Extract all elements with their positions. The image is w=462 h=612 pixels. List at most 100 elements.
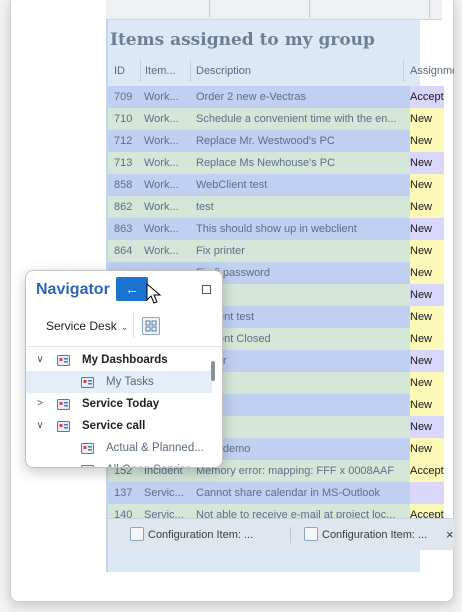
cell-desc: Cannot share calendar in MS-Outlook [196, 487, 381, 499]
cell-id: 863 [114, 223, 133, 235]
table-row[interactable]: 863 Work... This should show up in webclie… [108, 218, 444, 240]
tree-item-label: All Open Service... [106, 459, 201, 467]
tree-item-label: Service Today [82, 398, 160, 410]
cell-assign: Accept [410, 465, 444, 477]
cell-item: Work... [144, 245, 179, 257]
tree-item[interactable]: ∨ My Dashboards [26, 349, 212, 371]
cell-item: Work... [144, 201, 179, 213]
cell-desc: Memory error: mapping: FFF x 0008AAF [196, 465, 395, 477]
cell-desc: ...s a demo [196, 443, 251, 455]
cell-assign: New [410, 289, 433, 301]
cell-assign: New [410, 267, 433, 279]
cell-desc: ...2 [196, 394, 402, 416]
cell-assign: New [410, 355, 433, 367]
configuration-item-icon [130, 527, 144, 541]
cell-id: 858 [114, 179, 133, 191]
cell-id: 864 [114, 245, 133, 257]
cell-id: 712 [114, 135, 133, 147]
navigator-panel: Navigator ← Service Desk ⌄ ∨ My Dashboards… [25, 270, 223, 468]
close-tab-button[interactable]: × [446, 525, 454, 545]
pin-button[interactable]: ← [116, 277, 148, 301]
tree-item-label: Actual & Planned... [106, 442, 204, 454]
table-row[interactable]: 709 Work... Order 2 new e-Vectras Accept [108, 86, 444, 108]
dropdown-label: Service Desk [46, 319, 117, 333]
chevron-right-icon[interactable]: > [34, 393, 46, 415]
table-row[interactable]: 864 Work... Fix printer New [108, 240, 444, 262]
configuration-item-icon [304, 527, 318, 541]
tree-scrollbar[interactable] [211, 361, 215, 381]
status-tab-2[interactable]: Configuration Item: ... [304, 525, 427, 545]
cell-desc: Replace Mr. Westwood's PC [196, 135, 335, 147]
cell-id: 137 [114, 487, 133, 499]
cell-assign: New [410, 245, 433, 257]
cell-id: 710 [114, 113, 133, 125]
mouse-cursor-icon [146, 283, 162, 304]
chevron-down-icon[interactable]: ∨ [34, 415, 46, 437]
status-tab-label: Configuration Item: ... [148, 529, 254, 541]
tree-item[interactable]: My Tasks [26, 371, 212, 393]
cell-id: 713 [114, 157, 133, 169]
table-row[interactable]: 712 Work... Replace Mr. Westwood's PC New [108, 130, 444, 152]
table-row[interactable]: 710 Work... Schedule a convenient time wit… [108, 108, 444, 130]
table-row[interactable]: 862 Work... test New [108, 196, 444, 218]
cell-desc: ...Client Closed [196, 333, 271, 345]
cell-desc: ...23 [196, 284, 402, 306]
cell-desc: test [196, 201, 214, 213]
cell-desc: ...Client test [196, 311, 255, 323]
cell-desc: ...inter [196, 350, 402, 372]
cell-assign [410, 482, 444, 504]
column-header-id[interactable]: ID [114, 60, 125, 82]
cell-desc [196, 372, 402, 394]
status-bar: Configuration Item: ... Configuration It… [108, 518, 454, 550]
cell-assign: New [410, 223, 433, 235]
cell-assign: New [410, 179, 433, 191]
status-tab-1[interactable]: Configuration Item: ... [130, 525, 253, 545]
tree-item-icon [80, 441, 95, 456]
cell-id: 862 [114, 201, 133, 213]
table-row[interactable]: 713 Work... Replace Ms Newhouse's PC New [108, 152, 444, 174]
chevron-down-icon: ⌄ [120, 322, 129, 332]
cell-assign: New [410, 113, 433, 125]
grid-title: Items assigned to my group [110, 30, 375, 50]
column-header-assignment[interactable]: Assignme [410, 60, 454, 82]
cell-assign: New [410, 201, 433, 213]
cell-desc: This should show up in webclient [196, 223, 357, 235]
tree-item[interactable]: Actual & Planned... [26, 437, 212, 459]
navigator-dropdown[interactable]: Service Desk ⌄ [46, 319, 128, 333]
cell-desc: Order 2 new e-Vectras [196, 91, 307, 103]
cell-desc: Fix printer [196, 245, 245, 257]
cell-id: 709 [114, 91, 133, 103]
screen: Items assigned to my group ID Item... De… [0, 0, 462, 612]
tree-item-label: My Tasks [106, 376, 154, 388]
cell-item: Work... [144, 223, 179, 235]
cell-desc: Fi...fi password [196, 267, 270, 279]
cell-desc: WebClient test [196, 179, 268, 191]
cell-assign: New [410, 333, 433, 345]
tree-item-icon [56, 353, 71, 368]
navigator-tool-icon[interactable] [142, 317, 160, 335]
cell-assign: New [410, 157, 433, 169]
cell-assign: New [410, 421, 433, 433]
top-header-strip [106, 0, 442, 20]
tree-item-icon [80, 375, 95, 390]
cell-assign: New [410, 135, 433, 147]
restore-icon[interactable] [202, 285, 211, 294]
tree-item[interactable]: ∨ Service call [26, 415, 212, 437]
tree-item-icon [56, 397, 71, 412]
cell-item: Work... [144, 135, 179, 147]
chevron-down-icon[interactable]: ∨ [34, 349, 46, 371]
tree-item-icon [80, 463, 95, 467]
tree-item[interactable]: All Open Service... [26, 459, 212, 467]
column-header-description[interactable]: Description [196, 60, 251, 82]
cell-item: Work... [144, 113, 179, 125]
navigator-title: Navigator [36, 281, 110, 298]
table-row[interactable]: 137 Servic... Cannot share calendar in MS-… [108, 482, 444, 504]
tree-item-label: Service call [82, 420, 146, 432]
column-header-item[interactable]: Item... [145, 60, 176, 82]
tree-item-icon [56, 419, 71, 434]
cell-assign: Accept [410, 91, 444, 103]
tree-item[interactable]: > Service Today [26, 393, 212, 415]
cell-assign: New [410, 311, 433, 323]
cell-desc: Schedule a convenient time with the en..… [196, 113, 397, 125]
table-row[interactable]: 858 Work... WebClient test New [108, 174, 444, 196]
